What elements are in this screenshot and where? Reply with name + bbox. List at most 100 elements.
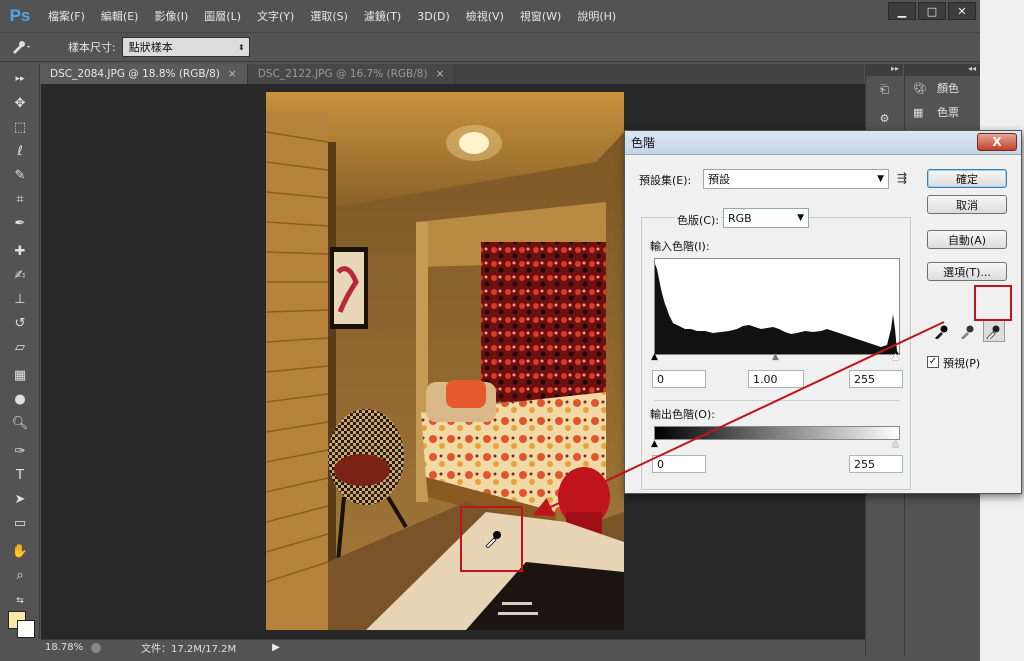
white-point-eyedropper-icon[interactable]: [983, 320, 1005, 342]
history-panel-icon[interactable]: ⎗: [866, 76, 903, 104]
type-tool-icon[interactable]: T: [8, 464, 32, 486]
gradient-tool-icon[interactable]: ▦: [8, 364, 32, 386]
channel-label: 色版(C):: [675, 212, 721, 228]
panel-color[interactable]: 🎨︎ 顏色: [905, 76, 980, 100]
preview-checkbox[interactable]: ✓: [927, 356, 939, 368]
separator: [654, 400, 900, 401]
ok-button[interactable]: 確定: [927, 169, 1007, 188]
hand-tool-icon[interactable]: ✋: [8, 540, 32, 562]
status-info-icon[interactable]: [91, 642, 101, 653]
grid-icon: ▦: [913, 105, 924, 119]
zoom-level[interactable]: 18.78%: [41, 642, 91, 653]
sample-size-label: 樣本尺寸:: [68, 41, 116, 54]
dialog-titlebar[interactable]: 色階: [625, 131, 1021, 155]
shape-tool-icon[interactable]: ▭: [8, 512, 32, 534]
blur-tool-icon[interactable]: ●: [8, 388, 32, 410]
menu-filter[interactable]: 濾鏡(T): [356, 8, 409, 24]
input-gamma-slider-icon[interactable]: ▲: [772, 352, 779, 362]
status-menu-arrow-icon[interactable]: ▶: [272, 642, 280, 653]
close-window-button[interactable]: ✕: [948, 2, 976, 20]
history-brush-tool-icon[interactable]: ↺: [8, 312, 32, 334]
eyedropper-highlight-box: [974, 285, 1012, 321]
histogram: [654, 258, 900, 355]
window-controls: ▁ □ ✕: [886, 2, 976, 20]
input-white-field[interactable]: 255: [849, 370, 903, 388]
background-color-swatch[interactable]: [17, 620, 35, 638]
menu-layer[interactable]: 圖層(L): [196, 8, 249, 24]
input-black-field[interactable]: 0: [652, 370, 706, 388]
sample-size-select[interactable]: 點狀樣本 ⬍: [121, 37, 250, 57]
sample-size-value: 點狀樣本: [128, 41, 173, 54]
pen-tool-icon[interactable]: ✑: [8, 440, 32, 462]
move-tool-icon[interactable]: ✥: [8, 92, 32, 114]
marquee-tool-icon[interactable]: ⬚: [8, 116, 32, 138]
eyedropper-tool-preset-icon[interactable]: [0, 32, 44, 62]
dialog-title: 色階: [631, 136, 656, 150]
output-white-field[interactable]: 255: [849, 455, 903, 473]
input-gamma-field[interactable]: 1.00: [748, 370, 804, 388]
close-tab-icon[interactable]: ×: [228, 68, 237, 80]
black-point-eyedropper-icon[interactable]: [931, 320, 953, 342]
menu-help[interactable]: 說明(H): [569, 8, 624, 24]
document-image[interactable]: [266, 92, 624, 630]
quick-select-tool-icon[interactable]: ✎: [8, 164, 32, 186]
tab-label: DSC_2122.JPG @ 16.7% (RGB/8): [257, 68, 428, 80]
eyedropper-tool-icon[interactable]: ✒: [8, 212, 32, 234]
menu-view[interactable]: 檢視(V): [458, 8, 512, 24]
input-white-slider-icon[interactable]: ▲: [892, 352, 899, 362]
collapse-toolbox-icon[interactable]: ▸▸: [8, 68, 32, 90]
panel-swatches-label: 色票: [937, 106, 959, 119]
path-select-tool-icon[interactable]: ➤: [8, 488, 32, 510]
panel-swatches[interactable]: ▦ 色票: [905, 100, 980, 124]
input-black-slider-icon[interactable]: ▲: [651, 352, 658, 362]
tools-panel-icon[interactable]: ⚙: [866, 104, 903, 132]
dialog-close-button[interactable]: X: [977, 133, 1017, 151]
dock-collapse-icon[interactable]: ▸▸: [866, 64, 903, 76]
eyedropper-cursor-icon: [484, 528, 504, 549]
output-white-slider-icon[interactable]: ▲: [892, 439, 899, 449]
menu-bar: Ps 檔案(F) 編輯(E) 影像(I) 圖層(L) 文字(Y) 選取(S) 濾…: [0, 0, 980, 32]
close-tab-icon[interactable]: ×: [436, 68, 445, 80]
gray-point-eyedropper-icon[interactable]: [957, 320, 979, 342]
preset-value: 預設: [708, 173, 730, 186]
output-black-slider-icon[interactable]: ▲: [651, 439, 658, 449]
tab-dsc-2084[interactable]: DSC_2084.JPG @ 18.8% (RGB/8) ×: [40, 64, 248, 84]
preset-options-icon[interactable]: ⇶: [897, 171, 907, 185]
lasso-tool-icon[interactable]: ℓ: [8, 140, 32, 162]
zoom-tool-icon[interactable]: ⌕: [8, 564, 32, 586]
palette-icon: 🎨︎: [913, 81, 927, 95]
output-gradient: [654, 426, 900, 440]
dropdown-arrow-icon: ▼: [877, 174, 884, 184]
menu-edit[interactable]: 編輯(E): [93, 8, 147, 24]
dock-collapse-icon[interactable]: ◂◂: [905, 64, 980, 76]
dodge-tool-icon[interactable]: 🔍︎: [8, 412, 32, 434]
maximize-button[interactable]: □: [918, 2, 946, 20]
minimize-button[interactable]: ▁: [888, 2, 916, 20]
menu-type[interactable]: 文字(Y): [249, 8, 302, 24]
app-logo: Ps: [9, 6, 31, 25]
output-black-field[interactable]: 0: [652, 455, 706, 473]
channel-select[interactable]: RGB ▼: [723, 208, 809, 228]
dialog-body: 預設集(E): 預設 ▼ ⇶ 色版(C): RGB ▼ 輸入色階(I): ▲ ▲…: [625, 156, 1021, 493]
cancel-button[interactable]: 取消: [927, 195, 1007, 214]
tab-dsc-2122[interactable]: DSC_2122.JPG @ 16.7% (RGB/8) ×: [247, 64, 456, 84]
dropdown-arrow-icon: ▼: [797, 213, 804, 223]
brush-tool-icon[interactable]: ✍: [8, 264, 32, 286]
eraser-tool-icon[interactable]: ▱: [8, 336, 32, 358]
menu-3d[interactable]: 3D(D): [409, 10, 458, 23]
document-size: 文件：17.2M/17.2M: [141, 644, 237, 655]
menu-select[interactable]: 選取(S): [302, 8, 356, 24]
crop-tool-icon[interactable]: ⌗: [8, 188, 32, 210]
menu-image[interactable]: 影像(I): [146, 8, 196, 24]
clone-stamp-tool-icon[interactable]: ⊥: [8, 288, 32, 310]
swap-colors-icon[interactable]: ⇆: [8, 590, 32, 612]
menu-window[interactable]: 視窗(W): [512, 8, 569, 24]
options-button[interactable]: 選項(T)...: [927, 262, 1007, 281]
panel-color-label: 顏色: [937, 82, 959, 95]
channel-value: RGB: [728, 211, 752, 225]
levels-dialog: 色階 X 預設集(E): 預設 ▼ ⇶ 色版(C): RGB ▼ 輸入色階(I)…: [624, 130, 1022, 494]
menu-file[interactable]: 檔案(F): [40, 8, 93, 24]
preset-select[interactable]: 預設 ▼: [703, 169, 889, 189]
healing-brush-tool-icon[interactable]: ✚: [8, 240, 32, 262]
auto-button[interactable]: 自動(A): [927, 230, 1007, 249]
